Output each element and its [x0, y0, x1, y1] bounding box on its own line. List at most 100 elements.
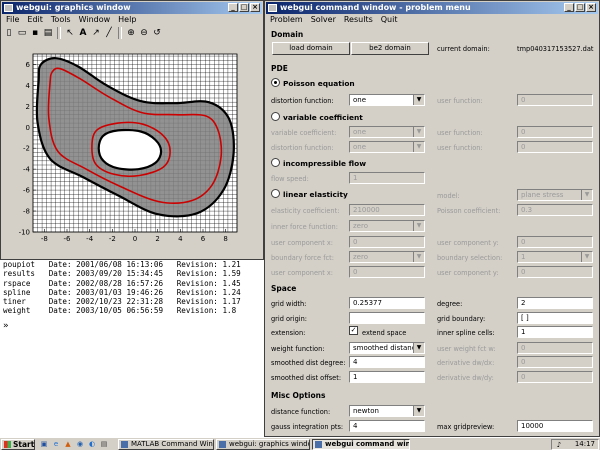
menu-file[interactable]: File — [6, 14, 19, 25]
graphics-window-titlebar[interactable]: webgui: graphics window _ □ × — [2, 2, 262, 14]
folder-icon[interactable]: ▤ — [100, 440, 108, 448]
task-matlab-command-window[interactable]: MATLAB Command Window — [118, 439, 214, 450]
matlab-icon[interactable]: ▲ — [64, 440, 72, 448]
maximize-button[interactable]: □ — [575, 3, 585, 12]
print-icon[interactable]: ▤ — [42, 27, 54, 39]
extend-space-label[interactable]: extend space — [362, 329, 406, 337]
close-button[interactable]: × — [250, 3, 260, 12]
close-button[interactable]: × — [586, 3, 596, 12]
menu-quit[interactable]: Quit — [381, 14, 398, 25]
menu-window[interactable]: Window — [79, 14, 111, 25]
flow-speed-field[interactable]: 1 — [349, 172, 425, 184]
window-icon — [315, 441, 322, 448]
load-domain-button[interactable]: load domain — [272, 42, 350, 55]
poisson-radio[interactable] — [271, 78, 280, 87]
chevron-down-icon: ▼ — [581, 252, 592, 262]
browser-icon[interactable]: ◐ — [88, 440, 96, 448]
zoom-out-icon[interactable]: ⊖ — [138, 27, 150, 39]
new-file-icon[interactable]: ▯ — [3, 27, 15, 39]
menu-help[interactable]: Help — [118, 14, 136, 25]
problem-menu-titlebar[interactable]: webgui command window - problem menu _ □… — [266, 2, 598, 14]
be2-domain-button[interactable]: be2 domain — [351, 42, 429, 55]
user-component-x-field[interactable]: 0 — [349, 236, 425, 248]
desktop-icon[interactable]: ▣ — [40, 440, 48, 448]
extend-space-checkbox[interactable]: ✓ — [349, 326, 358, 335]
start-button[interactable]: Start — [1, 439, 35, 450]
menu-tools[interactable]: Tools — [51, 14, 71, 25]
grid-origin-label: grid origin: — [271, 315, 308, 323]
arrow-icon[interactable]: ↖ — [64, 27, 76, 39]
variable-coefficient-value: one — [353, 128, 367, 136]
grid-boundary-field[interactable]: [ ] — [517, 312, 593, 324]
poisson-label[interactable]: Poisson equation — [283, 79, 355, 88]
user-component-y-label: user component y: — [437, 269, 499, 277]
line-icon[interactable]: ╱ — [103, 27, 115, 39]
incompressible-flow-radio[interactable] — [271, 158, 280, 167]
command-prompt[interactable]: » — [3, 321, 8, 331]
gauss-points-field[interactable]: 4 — [349, 420, 425, 432]
menu-problem[interactable]: Problem — [270, 14, 303, 25]
elasticity-coefficient-field[interactable]: 210000 — [349, 204, 425, 216]
user-component-y-field[interactable]: 0 — [517, 266, 593, 278]
user-component-x-field[interactable]: 0 — [349, 266, 425, 278]
task-graphics-window[interactable]: webgui: graphics window — [216, 439, 310, 450]
speaker-icon[interactable]: ♪ — [555, 441, 563, 449]
flow-speed-label: flow speed: — [271, 175, 309, 183]
elasticity-coefficient-label: elasticity coefficient: — [271, 207, 340, 215]
media-icon[interactable]: ◉ — [76, 440, 84, 448]
menu-solver[interactable]: Solver — [311, 14, 336, 25]
linear-elasticity-label[interactable]: linear elasticity — [283, 190, 348, 199]
x-tick-label: 2 — [155, 235, 159, 243]
degree-field[interactable]: 2 — [517, 297, 593, 309]
menu-results[interactable]: Results — [344, 14, 373, 25]
max-gridpreview-field[interactable]: 10000 — [517, 420, 593, 432]
variable-coefficient-label[interactable]: variable coefficient — [283, 113, 363, 122]
variable-coefficient-select[interactable]: one ▼ — [349, 126, 425, 138]
open-folder-icon[interactable]: ▭ — [16, 27, 28, 39]
boundary-force-select[interactable]: zero ▼ — [349, 251, 425, 263]
menu-edit[interactable]: Edit — [27, 14, 43, 25]
distortion-function-select[interactable]: one ▼ — [349, 141, 425, 153]
user-function-field[interactable]: 0 — [517, 126, 593, 138]
linear-elasticity-radio[interactable] — [271, 189, 280, 198]
variable-coefficient-radio[interactable] — [271, 112, 280, 121]
incompressible-flow-label[interactable]: incompressible flow — [283, 159, 366, 168]
user-function-field[interactable]: 0 — [517, 141, 593, 153]
smoothed-dist-offset-field[interactable]: 1 — [349, 371, 425, 383]
ie-icon[interactable]: e — [52, 440, 60, 448]
derivative-dwdy-field[interactable]: 0 — [517, 371, 593, 383]
task-label: webgui: graphics window — [229, 440, 310, 448]
window-icon — [219, 441, 226, 448]
user-weight-field[interactable]: 0 — [517, 342, 593, 354]
weight-function-select[interactable]: smoothed distance ▼ — [349, 342, 425, 354]
boundary-selection-select[interactable]: 1 ▼ — [517, 251, 593, 263]
poisson-coefficient-field[interactable]: 0.3 — [517, 204, 593, 216]
chevron-down-icon: ▼ — [413, 406, 424, 416]
zoom-in-icon[interactable]: ⊕ — [125, 27, 137, 39]
grid-width-field[interactable]: 0.25377 — [349, 297, 425, 309]
model-select[interactable]: plane stress ▼ — [517, 189, 593, 201]
user-component-y-field[interactable]: 0 — [517, 236, 593, 248]
minimize-button[interactable]: _ — [228, 3, 238, 12]
distance-function-select[interactable]: newton ▼ — [349, 405, 425, 417]
chevron-down-icon: ▼ — [413, 95, 424, 105]
derivative-dwdx-field[interactable]: 0 — [517, 356, 593, 368]
grid-origin-field[interactable] — [349, 312, 425, 324]
inner-force-function-select[interactable]: zero ▼ — [349, 220, 425, 232]
domain-plot[interactable]: -8 -6 -4 -2 0 2 4 6 8 -10 -8 -6 -4 -2 0 2 4 6 — [3, 42, 261, 258]
user-function-field[interactable]: 0 — [517, 94, 593, 106]
distortion-function-select[interactable]: one ▼ — [349, 94, 425, 106]
task-problem-menu[interactable]: webgui command win... — [312, 439, 410, 450]
start-label: Start — [13, 440, 35, 449]
rotate-icon[interactable]: ↺ — [151, 27, 163, 39]
arrow-line-icon[interactable]: ↗ — [90, 27, 102, 39]
inner-spline-cells-field[interactable]: 1 — [517, 326, 593, 338]
maximize-button[interactable]: □ — [239, 3, 249, 12]
model-value: plane stress — [521, 191, 564, 199]
text-icon[interactable]: A — [77, 27, 89, 39]
smoothed-dist-degree-field[interactable]: 4 — [349, 356, 425, 368]
user-weight-label: user weight fct w: — [437, 345, 496, 353]
save-icon[interactable]: ▪ — [29, 27, 41, 39]
inner-boundary — [97, 128, 163, 171]
minimize-button[interactable]: _ — [564, 3, 574, 12]
